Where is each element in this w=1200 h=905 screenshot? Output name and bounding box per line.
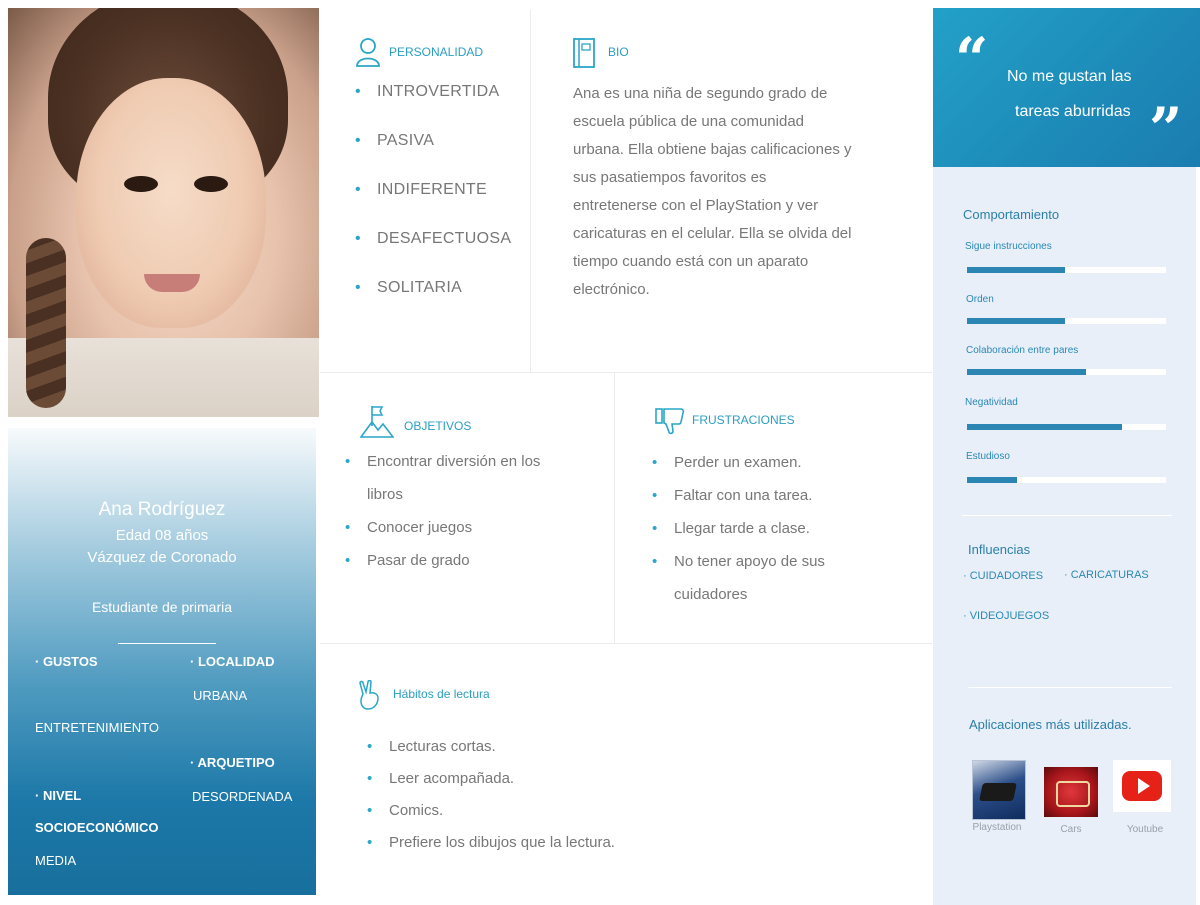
- thumbs-down-icon: [655, 407, 685, 435]
- nivel-label: · NIVEL: [35, 788, 82, 803]
- influencias-title: Influencias: [968, 542, 1031, 557]
- gustos-value: ENTRETENIMIENTO: [35, 720, 159, 735]
- personalidad-list: INTROVERTIDA PASIVA INDIFERENTE DESAFECT…: [355, 83, 525, 328]
- youtube-icon[interactable]: [1113, 760, 1171, 812]
- list-item: No tener apoyo de suscuidadores: [652, 545, 922, 611]
- grid-divider: [614, 372, 615, 643]
- localidad-label: · LOCALIDAD: [190, 654, 275, 669]
- list-item: DESAFECTUOSA: [355, 230, 525, 279]
- gustos-label: · GUSTOS: [35, 654, 98, 669]
- list-item: Faltar con una tarea.: [652, 479, 922, 512]
- comportamiento-title: Comportamiento: [963, 207, 1060, 222]
- objetivos-title: OBJETIVOS: [404, 419, 472, 433]
- list-item: Leer acompañada.: [367, 770, 697, 802]
- localidad-value: URBANA: [193, 688, 248, 703]
- frustraciones-title: FRUSTRACIONES: [692, 413, 795, 427]
- list-item: Conocer juegos: [345, 511, 600, 544]
- list-item: INTROVERTIDA: [355, 83, 525, 132]
- progress-bar: [967, 318, 1166, 324]
- app-caption: Playstation: [972, 822, 1022, 833]
- list-item: Perder un examen.: [652, 446, 922, 479]
- nivel-value: MEDIA: [35, 853, 77, 868]
- bio-title: BIO: [608, 45, 629, 59]
- person-icon: [355, 37, 381, 67]
- list-item: SOLITARIA: [355, 279, 525, 328]
- grid-divider: [320, 643, 932, 644]
- bar-label: Orden: [966, 294, 994, 305]
- progress-bar-fill: [967, 318, 1065, 324]
- progress-bar: [967, 424, 1166, 430]
- flag-mountain-icon: [359, 404, 395, 438]
- profile-occupation: Estudiante de primaria: [91, 599, 233, 615]
- peace-hand-icon: [358, 679, 380, 710]
- list-item: Prefiere los dibujos que la lectura.: [367, 834, 697, 866]
- progress-bar: [967, 369, 1166, 375]
- progress-bar-fill: [967, 424, 1123, 430]
- profile-location: Vázquez de Coronado: [87, 549, 237, 566]
- list-item: Comics.: [367, 802, 697, 834]
- bio-text: Ana es una niña de segundo grado de escu…: [573, 85, 852, 298]
- quote-line-2: tareas aburridas: [1015, 103, 1131, 120]
- grid-divider: [530, 10, 531, 372]
- quote-line-1: No me gustan las: [1007, 68, 1132, 85]
- habitos-list: Lecturas cortas. Leer acompañada. Comics…: [367, 738, 697, 866]
- quote-close-icon: ”: [1149, 95, 1183, 163]
- app-caption: Cars: [1060, 824, 1082, 835]
- progress-bar-fill: [967, 369, 1087, 375]
- bar-label: Colaboración entre pares: [966, 345, 1079, 356]
- nivel-label-2: SOCIOECONÓMICO: [35, 820, 159, 835]
- progress-bar: [967, 267, 1166, 273]
- arquetipo-label: · ARQUETIPO: [190, 755, 275, 770]
- objetivos-list: Encontrar diversión en loslibros Conocer…: [345, 445, 600, 577]
- list-item: Llegar tarde a clase.: [652, 512, 922, 545]
- section-divider: [968, 687, 1172, 688]
- profile-age: Edad 08 años: [115, 527, 209, 544]
- aplicaciones-title: Aplicaciones más utilizadas.: [969, 717, 1132, 732]
- personalidad-title: PERSONALIDAD: [389, 45, 484, 59]
- list-item: Encontrar diversión en loslibros: [345, 445, 600, 511]
- list-item: INDIFERENTE: [355, 181, 525, 230]
- section-divider: [962, 515, 1172, 516]
- bar-label: Estudioso: [966, 451, 1010, 462]
- habitos-title: Hábitos de lectura: [393, 687, 490, 701]
- book-icon: [573, 38, 595, 68]
- frustraciones-list: Perder un examen. Faltar con una tarea. …: [652, 446, 922, 611]
- list-item: Pasar de grado: [345, 544, 600, 577]
- bar-label: Sigue instrucciones: [965, 241, 1052, 252]
- influencia-item: · CUIDADORES: [963, 570, 1044, 582]
- grid-divider: [320, 372, 932, 373]
- quote-open-icon: “: [955, 25, 989, 93]
- profile-photo: [8, 8, 319, 417]
- list-item: Lecturas cortas.: [367, 738, 697, 770]
- progress-bar: [967, 477, 1166, 483]
- arquetipo-value: DESORDENADA: [192, 789, 293, 804]
- playstation-icon[interactable]: [972, 760, 1026, 820]
- app-caption: Youtube: [1126, 824, 1164, 835]
- progress-bar-fill: [967, 267, 1065, 273]
- progress-bar-fill: [967, 477, 1017, 483]
- influencia-item: · VIDEOJUEGOS: [963, 610, 1050, 622]
- list-item: PASIVA: [355, 132, 525, 181]
- cars-icon[interactable]: [1044, 767, 1098, 817]
- profile-name: Ana Rodríguez: [98, 499, 226, 520]
- profile-divider: [118, 643, 216, 644]
- influencia-item: · CARICATURAS: [1064, 569, 1149, 581]
- bar-label: Negatividad: [965, 397, 1018, 408]
